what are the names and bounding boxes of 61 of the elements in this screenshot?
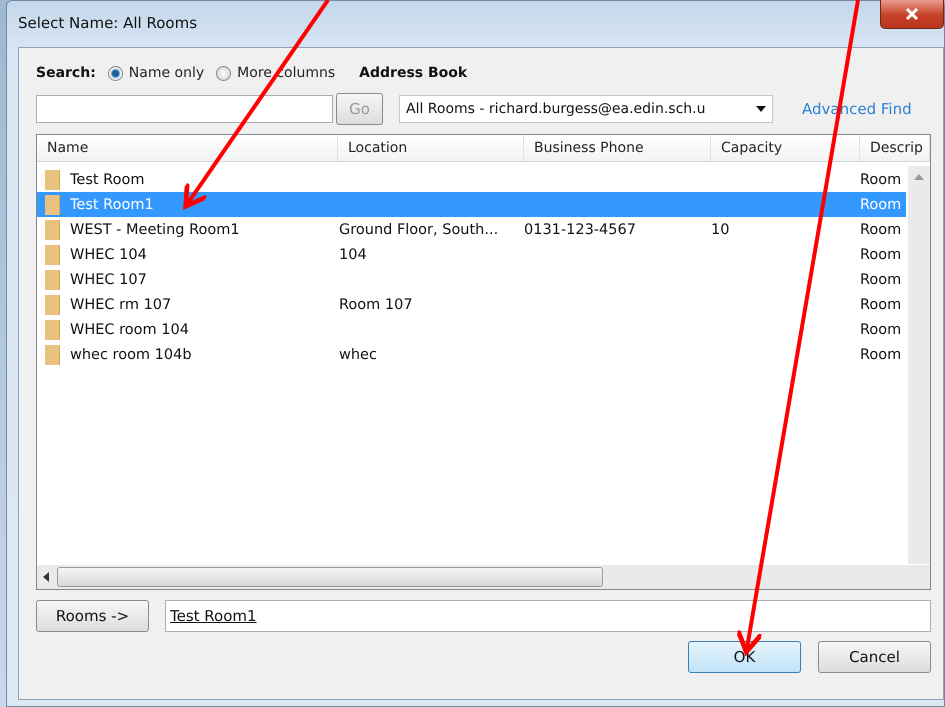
column-header[interactable]: Location bbox=[338, 135, 524, 161]
dialog-button[interactable]: OK bbox=[688, 641, 801, 673]
room-icon bbox=[45, 220, 60, 240]
table-cell-text: Room bbox=[860, 272, 902, 288]
room-row[interactable]: WHEC 104 104 Room bbox=[37, 242, 906, 267]
close-icon bbox=[905, 8, 919, 20]
recipient-field[interactable]: Test Room1 bbox=[165, 600, 931, 632]
room-row[interactable]: WHEC room 104 Room bbox=[37, 317, 906, 342]
dialog-button[interactable]: Cancel bbox=[818, 641, 931, 673]
address-book-label: Address Book bbox=[359, 65, 468, 81]
rooms-button[interactable]: Rooms -> bbox=[36, 600, 149, 632]
table-cell-text: 104 bbox=[339, 246, 368, 262]
table-cell-text: 0131-123-4567 bbox=[524, 222, 637, 238]
table-cell-text: Room bbox=[860, 196, 902, 212]
room-icon bbox=[45, 244, 60, 264]
table-cell-text: Room bbox=[860, 222, 902, 238]
column-header[interactable]: Capacity bbox=[711, 135, 860, 161]
room-row[interactable]: Test Room Room bbox=[37, 167, 906, 192]
search-label: Search: bbox=[36, 65, 96, 81]
table-cell-text: Ground Floor, South... bbox=[339, 222, 500, 238]
room-icon bbox=[45, 320, 60, 340]
table-cell: WEST - Meeting Room1 bbox=[70, 222, 240, 238]
room-row[interactable]: WHEC rm 107 Room 107 Room bbox=[37, 292, 906, 317]
room-icon bbox=[45, 344, 60, 364]
scroll-thumb[interactable] bbox=[57, 567, 603, 587]
table-cell-text: 10 bbox=[711, 222, 730, 238]
table-cell: WHEC 104 bbox=[70, 246, 147, 262]
table-cell-text: Room 107 bbox=[339, 296, 414, 312]
column-header[interactable]: Business Phone bbox=[524, 135, 711, 161]
table-cell-text: whec bbox=[339, 346, 378, 362]
table-cell-text: Room bbox=[860, 296, 902, 312]
table-cell-text: Room bbox=[860, 322, 902, 338]
scroll-up-icon bbox=[914, 174, 924, 180]
room-row[interactable]: whec room 104b whec Room bbox=[37, 342, 906, 367]
table-cell: Test Room1 bbox=[70, 196, 154, 212]
recipient-name: Test Room1 bbox=[170, 607, 257, 625]
room-icon bbox=[45, 270, 60, 290]
table-cell: WHEC 107 bbox=[70, 272, 147, 288]
column-header[interactable]: Name bbox=[37, 135, 338, 161]
room-icon bbox=[45, 170, 60, 190]
room-row[interactable]: WHEC 107 Room bbox=[37, 267, 906, 292]
window-title: Select Name: All Rooms bbox=[18, 14, 198, 32]
caret-icon bbox=[756, 106, 766, 112]
horizontal-scrollbar[interactable] bbox=[37, 565, 930, 589]
column-header[interactable]: Descrip bbox=[860, 135, 930, 161]
table-cell-text: Room bbox=[860, 346, 902, 362]
vertical-scrollbar[interactable] bbox=[908, 166, 930, 564]
search-field[interactable] bbox=[36, 95, 333, 123]
room-icon bbox=[45, 294, 60, 314]
radio-option[interactable]: Name only bbox=[108, 65, 204, 81]
scroll-left-icon bbox=[43, 572, 49, 582]
table-cell: whec room 104b bbox=[70, 346, 192, 362]
close-button[interactable] bbox=[880, 0, 944, 29]
table-cell-text: Room bbox=[860, 172, 902, 188]
room-icon bbox=[45, 194, 60, 214]
table-cell-text: Room bbox=[860, 246, 902, 262]
table-cell: WHEC rm 107 bbox=[70, 296, 172, 312]
table-cell: Test Room bbox=[70, 172, 144, 188]
room-row[interactable]: WEST - Meeting Room1 Ground Floor, South... 0131-123-4567 10 Room bbox=[37, 217, 906, 242]
table-cell: WHEC room 104 bbox=[70, 322, 189, 338]
address-book-dropdown[interactable]: All Rooms - richard.burgess@ea.edin.sch.u bbox=[399, 95, 773, 123]
